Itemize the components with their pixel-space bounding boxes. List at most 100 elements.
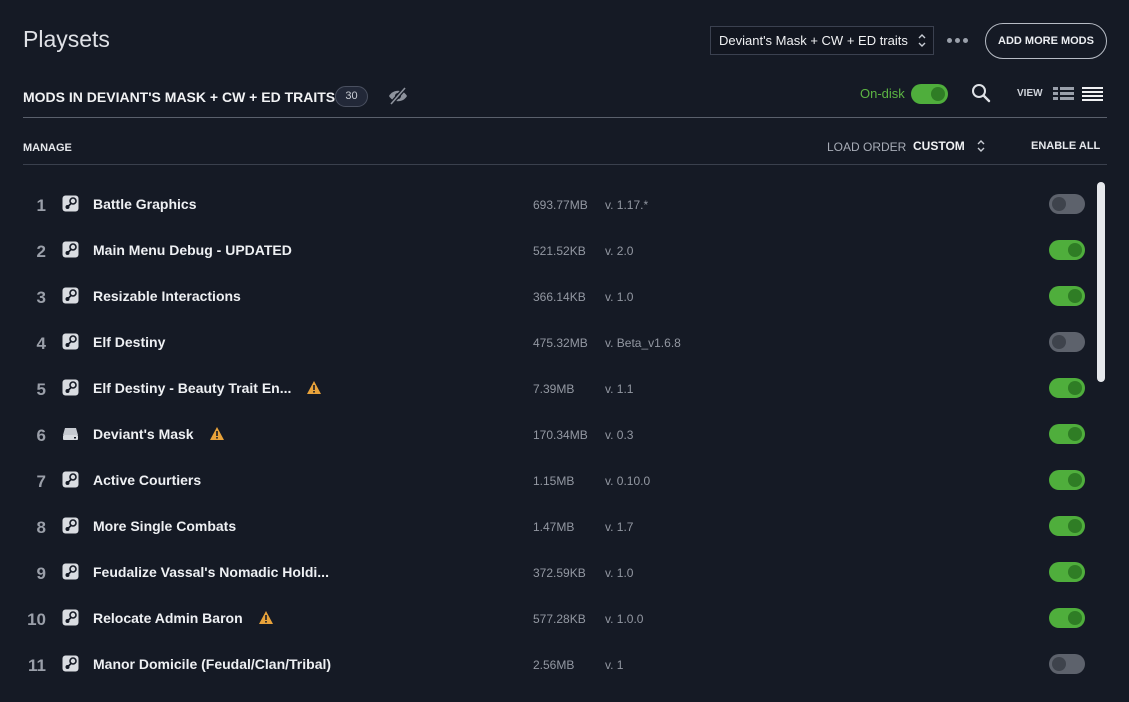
toggle-knob: [1068, 519, 1082, 533]
mod-enable-toggle[interactable]: [1049, 470, 1085, 490]
mod-enable-toggle[interactable]: [1049, 378, 1085, 398]
mod-size: 1.15MB: [533, 474, 575, 488]
playset-dropdown[interactable]: Deviant's Mask + CW + ED traits: [710, 26, 934, 55]
mod-enable-toggle[interactable]: [1049, 332, 1085, 352]
mod-enable-toggle[interactable]: [1049, 562, 1085, 582]
steam-icon: [62, 609, 79, 626]
view-grid-icon[interactable]: [1053, 86, 1074, 102]
ondisk-label: On-disk: [860, 86, 905, 101]
mod-size: 1.47MB: [533, 520, 575, 534]
steam-icon: [62, 241, 79, 258]
search-icon[interactable]: [971, 83, 991, 103]
toggle-knob: [1068, 473, 1082, 487]
mod-enable-toggle[interactable]: [1049, 516, 1085, 536]
toggle-knob: [1068, 565, 1082, 579]
mod-load-order-number: 9: [36, 564, 46, 583]
ondisk-toggle[interactable]: [911, 84, 948, 104]
mod-load-order-number: 2: [36, 242, 46, 261]
steam-icon: [62, 471, 79, 488]
eye-slash-icon[interactable]: [387, 86, 409, 106]
mod-name[interactable]: Relocate Admin Baron: [93, 610, 243, 626]
steam-icon: [62, 333, 79, 350]
toggle-knob: [1068, 289, 1082, 303]
steam-icon: [62, 379, 79, 396]
toggle-knob: [1052, 335, 1066, 349]
mod-load-order-number: 7: [36, 472, 46, 491]
mod-name[interactable]: Active Courtiers: [93, 472, 201, 488]
mod-name[interactable]: Deviant's Mask: [93, 426, 194, 442]
mod-row[interactable]: 6 Deviant's Mask 170.34MB v. 0.3: [0, 424, 1090, 472]
mod-name[interactable]: Manor Domicile (Feudal/Clan/Tribal): [93, 656, 331, 672]
warning-icon[interactable]: [258, 610, 274, 625]
mod-enable-toggle[interactable]: [1049, 286, 1085, 306]
view-list-icon[interactable]: [1082, 86, 1103, 102]
mod-row[interactable]: 4 Elf Destiny 475.32MB v. Beta_v1.6.8: [0, 332, 1090, 380]
toggle-knob: [1068, 611, 1082, 625]
toggle-knob: [1052, 657, 1066, 671]
mod-load-order-number: 5: [36, 380, 46, 399]
mod-name[interactable]: More Single Combats: [93, 518, 236, 534]
toggle-knob: [1068, 243, 1082, 257]
mod-load-order-number: 10: [27, 610, 46, 629]
toggle-knob: [1068, 427, 1082, 441]
manage-button[interactable]: MANAGE: [23, 142, 72, 154]
toggle-knob: [1068, 381, 1082, 395]
mod-name[interactable]: Main Menu Debug - UPDATED: [93, 242, 292, 258]
mod-enable-toggle[interactable]: [1049, 424, 1085, 444]
mod-version: v. 1.17.*: [605, 198, 649, 212]
mod-enable-toggle[interactable]: [1049, 608, 1085, 628]
mod-name[interactable]: Elf Destiny - Beauty Trait En...: [93, 380, 291, 396]
enable-all-button[interactable]: ENABLE ALL: [1031, 140, 1100, 152]
mod-enable-toggle[interactable]: [1049, 240, 1085, 260]
mod-row[interactable]: 9 Feudalize Vassal's Nomadic Holdi... 372.…: [0, 562, 1090, 610]
mod-size: 693.77MB: [533, 198, 588, 212]
mod-size: 475.32MB: [533, 336, 588, 350]
mod-row[interactable]: 7 Active Courtiers 1.15MB v. 0.10.0: [0, 470, 1090, 518]
mod-size: 366.14KB: [533, 290, 586, 304]
mod-version: v. 1.1: [605, 382, 634, 396]
warning-icon[interactable]: [306, 380, 322, 395]
mod-size: 577.28KB: [533, 612, 586, 626]
steam-icon: [62, 563, 79, 580]
mod-enable-toggle[interactable]: [1049, 194, 1085, 214]
mod-row[interactable]: 11 Manor Domicile (Feudal/Clan/Tribal) 2.5…: [0, 654, 1090, 702]
mod-name[interactable]: Elf Destiny: [93, 334, 165, 350]
mods-list-title: MODS IN DEVIANT'S MASK + CW + ED TRAITS: [23, 89, 336, 105]
mod-enable-toggle[interactable]: [1049, 654, 1085, 674]
mod-version: v. 0.10.0: [605, 474, 651, 488]
mod-size: 521.52KB: [533, 244, 586, 258]
more-options-icon[interactable]: [945, 30, 971, 50]
chevron-updown-icon[interactable]: [976, 138, 986, 157]
mod-row[interactable]: 8 More Single Combats 1.47MB v. 1.7: [0, 516, 1090, 564]
mod-load-order-number: 8: [36, 518, 46, 537]
warning-icon[interactable]: [209, 426, 225, 441]
mod-name[interactable]: Resizable Interactions: [93, 288, 241, 304]
add-more-mods-button[interactable]: ADD MORE MODS: [985, 23, 1107, 59]
mod-size: 372.59KB: [533, 566, 586, 580]
mod-name[interactable]: Battle Graphics: [93, 196, 196, 212]
mod-row[interactable]: 10 Relocate Admin Baron 577.28KB v. 1.0.0: [0, 608, 1090, 656]
mod-size: 7.39MB: [533, 382, 575, 396]
mod-version: v. 1.0.0: [605, 612, 644, 626]
mod-row[interactable]: 3 Resizable Interactions 366.14KB v. 1.0: [0, 286, 1090, 334]
header-divider: [23, 117, 1107, 118]
mod-load-order-number: 1: [36, 196, 46, 215]
toolbar-divider: [23, 164, 1107, 165]
mod-version: v. 2.0: [605, 244, 634, 258]
mod-version: v. 1.0: [605, 290, 634, 304]
steam-icon: [62, 287, 79, 304]
scrollbar[interactable]: [1097, 182, 1105, 382]
mod-load-order-number: 4: [36, 334, 46, 353]
mod-row[interactable]: 2 Main Menu Debug - UPDATED 521.52KB v. 2.0: [0, 240, 1090, 288]
mod-load-order-number: 6: [36, 426, 46, 445]
mod-version: v. Beta_v1.6.8: [605, 336, 681, 350]
load-order-select[interactable]: CUSTOM: [913, 139, 965, 153]
steam-icon: [62, 195, 79, 212]
mod-size: 170.34MB: [533, 428, 588, 442]
mod-name[interactable]: Feudalize Vassal's Nomadic Holdi...: [93, 564, 329, 580]
mod-version: v. 1.0: [605, 566, 634, 580]
mod-row[interactable]: 1 Battle Graphics 693.77MB v. 1.17.*: [0, 194, 1090, 242]
view-label: VIEW: [1017, 88, 1043, 99]
mod-row[interactable]: 5 Elf Destiny - Beauty Trait En... 7.39MB v…: [0, 378, 1090, 426]
mod-load-order-number: 3: [36, 288, 46, 307]
